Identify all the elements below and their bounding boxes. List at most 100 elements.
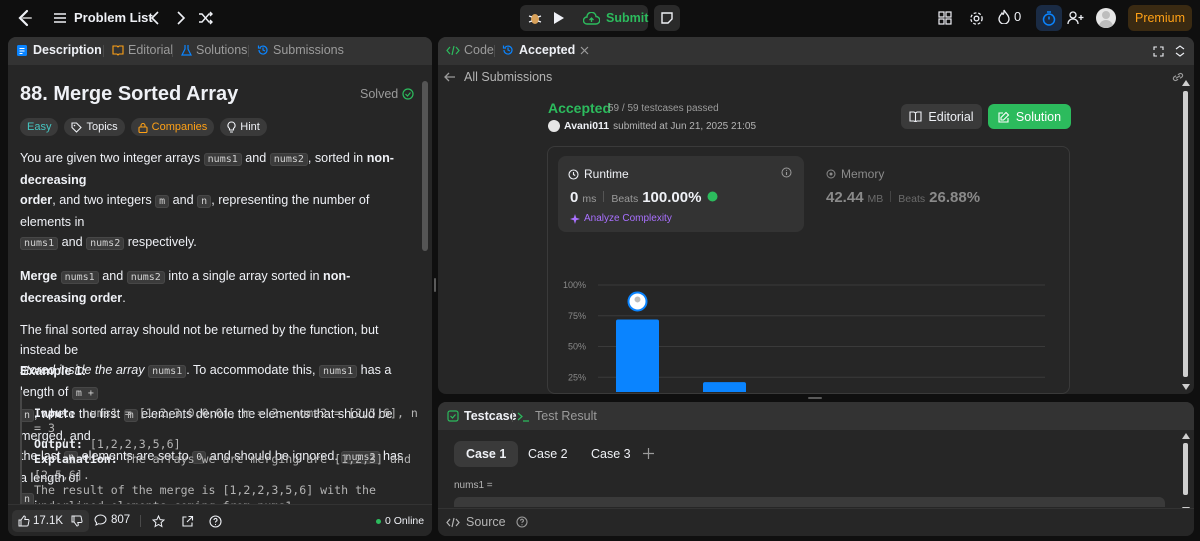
- like-button[interactable]: 17.1K: [12, 510, 70, 532]
- memory-card[interactable]: Memory 42.44 MB Beats 26.88%: [818, 156, 1058, 232]
- star-icon[interactable]: [151, 514, 165, 528]
- scroll-up-icon[interactable]: [1182, 432, 1190, 440]
- timer-icon[interactable]: [1036, 5, 1062, 31]
- tab-divider: [494, 45, 495, 57]
- streak-counter[interactable]: 0: [998, 9, 1021, 24]
- param-input[interactable]: [454, 497, 1165, 507]
- scrollbar-thumb[interactable]: [1183, 443, 1188, 495]
- case-2-tab[interactable]: Case 2: [516, 441, 580, 467]
- thumbs-up-icon: [18, 515, 30, 527]
- code-icon: [446, 517, 460, 528]
- runtime-card[interactable]: Runtime 0 ms Beats 100.00% Analyze Compl…: [558, 156, 804, 232]
- user-avatar[interactable]: [548, 120, 560, 132]
- dislike-button[interactable]: [65, 510, 89, 532]
- info-icon[interactable]: [780, 166, 792, 178]
- testcase-panel: Testcase Test Result Case 1 Case 2 Case …: [438, 402, 1194, 536]
- horizontal-resize-handle[interactable]: [808, 397, 822, 399]
- hint-tag[interactable]: Hint: [220, 118, 267, 136]
- prev-problem-icon[interactable]: [148, 10, 162, 26]
- tab-description[interactable]: Description: [16, 43, 102, 57]
- tab-testcase[interactable]: Testcase: [447, 409, 517, 423]
- memory-value: 42.44: [826, 189, 864, 206]
- problem-title[interactable]: 88. Merge Sorted Array: [20, 83, 238, 106]
- example-output: Output: [1,2,2,3,5,6]: [34, 436, 181, 451]
- editorial-button[interactable]: Editorial: [901, 104, 982, 129]
- tab-divider: [172, 45, 173, 57]
- shuffle-icon[interactable]: [198, 10, 214, 26]
- problem-list-link[interactable]: Problem List: [74, 10, 153, 25]
- memory-label: Memory: [841, 167, 885, 181]
- tab-accepted[interactable]: Accepted: [502, 43, 589, 57]
- comment-icon: [94, 514, 107, 526]
- tab-test-result-label: Test Result: [535, 409, 597, 423]
- solution-button[interactable]: Solution: [988, 104, 1071, 129]
- all-submissions-link[interactable]: All Submissions: [444, 70, 552, 84]
- chart-bar: [703, 382, 746, 392]
- memory-beats-label: Beats: [898, 193, 926, 205]
- lock-icon: [138, 122, 148, 133]
- companies-tag[interactable]: Companies: [130, 118, 215, 136]
- case-1-tab[interactable]: Case 1: [454, 441, 519, 467]
- collapse-icon[interactable]: [1174, 45, 1186, 57]
- analyze-complexity-link[interactable]: Analyze Complexity: [570, 213, 672, 224]
- description-scrollbar[interactable]: [422, 81, 428, 251]
- leetcode-logo[interactable]: [16, 9, 34, 27]
- tab-submissions[interactable]: Submissions: [257, 43, 344, 57]
- submit-button[interactable]: Submit: [576, 5, 648, 31]
- example-input: Input: nums1 = [1,2,3,0,0,0], m = 3, num…: [34, 405, 418, 420]
- tab-code[interactable]: Code: [446, 43, 494, 57]
- submitter-row: Avani011 submitted at Jun 21, 2025 21:05: [548, 120, 756, 132]
- next-problem-icon[interactable]: [174, 10, 188, 26]
- lightbulb-icon: [227, 121, 236, 133]
- history-icon: [257, 44, 269, 56]
- avatar[interactable]: [1096, 8, 1116, 28]
- add-case-icon[interactable]: [642, 447, 654, 459]
- source-button[interactable]: Source: [446, 515, 528, 529]
- tab-divider: [248, 45, 249, 57]
- runtime-distribution-chart[interactable]: 0%25%50%75%100%1ms2ms3ms4ms: [548, 237, 1068, 392]
- scrollbar-thumb[interactable]: [1183, 91, 1188, 377]
- tab-editorial[interactable]: Editorial: [112, 43, 173, 57]
- topics-label: Topics: [86, 121, 118, 133]
- scroll-down-icon[interactable]: [1182, 383, 1190, 391]
- close-icon[interactable]: [580, 46, 589, 55]
- run-icon[interactable]: [551, 10, 567, 26]
- tab-divider: [103, 45, 104, 57]
- tab-test-result[interactable]: Test Result: [517, 409, 597, 423]
- check-circle-icon: [402, 88, 414, 100]
- scroll-up-icon[interactable]: [1182, 79, 1190, 87]
- notes-icon[interactable]: [654, 5, 680, 31]
- layout-icon[interactable]: [937, 10, 953, 26]
- problem-tags: Easy Topics Companies Hint: [20, 118, 267, 136]
- code-icon: [446, 45, 460, 56]
- example-explanation: Explanation: The arrays we are merging a…: [34, 452, 411, 466]
- tab-divider: [512, 410, 513, 422]
- premium-button[interactable]: Premium: [1128, 5, 1192, 31]
- add-user-icon[interactable]: [1066, 10, 1084, 26]
- vertical-resize-handle[interactable]: [434, 278, 436, 292]
- debug-icon[interactable]: [526, 9, 544, 27]
- streak-count: 0: [1014, 9, 1022, 24]
- testcase-tabs: Testcase Test Result: [438, 402, 1194, 430]
- param-label: nums1 =: [454, 480, 493, 491]
- topics-tag[interactable]: Topics: [64, 118, 125, 136]
- tab-description-label: Description: [33, 43, 102, 57]
- case-3-tab[interactable]: Case 3: [579, 441, 643, 467]
- help-icon[interactable]: [208, 514, 222, 528]
- help-icon[interactable]: [516, 516, 528, 528]
- fullscreen-icon[interactable]: [1152, 45, 1164, 57]
- memory-beats-value: 26.88%: [929, 189, 981, 206]
- clock-icon: [568, 168, 579, 180]
- share-icon[interactable]: [180, 514, 194, 528]
- runtime-unit: ms: [582, 193, 597, 205]
- settings-gear-icon[interactable]: [968, 10, 984, 26]
- example-explanation-cont: [2,5,6].: [34, 467, 90, 482]
- problem-list-icon[interactable]: [53, 11, 67, 25]
- description-panel: Description Editorial Solutions Submissi…: [8, 37, 432, 536]
- accepted-status: Accepted: [548, 100, 612, 116]
- comments-button[interactable]: 807: [94, 514, 130, 526]
- description-footer: 17.1K 807 0 Online: [8, 504, 432, 536]
- tab-solutions[interactable]: Solutions: [181, 43, 247, 57]
- comment-count: 807: [111, 514, 131, 526]
- username[interactable]: Avani011: [564, 120, 609, 132]
